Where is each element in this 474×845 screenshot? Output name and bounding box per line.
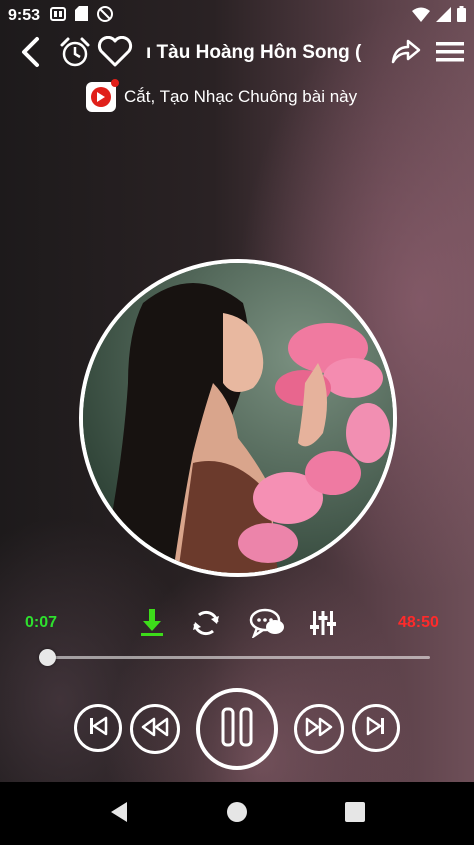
repeat-icon	[191, 608, 221, 643]
ringtone-app-icon	[86, 79, 119, 112]
lyrics-button[interactable]	[248, 606, 286, 644]
current-time: 0:07	[25, 614, 58, 631]
skip-next-icon	[366, 716, 386, 741]
notification-dot	[111, 79, 119, 87]
alarm-icon	[59, 36, 91, 73]
total-time: 48:50	[398, 614, 439, 631]
player-meta-row: 0:07 48:50	[0, 604, 474, 644]
menu-button[interactable]	[430, 34, 470, 74]
battery-icon	[457, 6, 466, 27]
pause-icon	[220, 707, 254, 752]
fast-forward-button[interactable]	[294, 704, 344, 754]
equalizer-icon	[309, 609, 337, 642]
lyrics-chat-icon	[249, 608, 285, 643]
rewind-icon	[141, 717, 169, 742]
nav-recents-icon	[345, 801, 365, 827]
ringtone-link[interactable]: Cắt, Tạo Nhạc Chuông bài này	[86, 79, 358, 112]
nav-back-icon	[109, 801, 129, 828]
sim-card-icon	[50, 6, 67, 26]
skip-next-button[interactable]	[352, 704, 400, 752]
sd-card-icon	[75, 6, 89, 26]
system-nav-bar	[0, 782, 474, 845]
nav-home-button[interactable]	[221, 798, 253, 830]
status-bar: 9:53	[0, 0, 474, 32]
share-button[interactable]	[386, 34, 426, 74]
skip-previous-button[interactable]	[74, 704, 122, 752]
share-icon	[391, 39, 421, 70]
download-button[interactable]	[133, 606, 171, 644]
menu-icon	[436, 40, 464, 69]
equalizer-button[interactable]	[304, 606, 342, 644]
song-title: ı Tàu Hoàng Hôn Song (	[146, 42, 362, 63]
ringtone-label: Cắt, Tạo Nhạc Chuông bài này	[124, 87, 358, 106]
no-disturb-icon	[97, 5, 114, 27]
status-time: 9:53	[8, 7, 41, 24]
alarm-button[interactable]	[55, 34, 95, 74]
progress-track[interactable]	[38, 649, 430, 666]
progress-thumb[interactable]	[38, 649, 56, 666]
nav-back-button[interactable]	[103, 798, 135, 830]
pause-button[interactable]	[196, 688, 278, 770]
back-button[interactable]	[10, 34, 50, 74]
nav-recents-button[interactable]	[339, 798, 371, 830]
signal-icon	[436, 6, 451, 27]
player-header: ı Tàu Hoàng Hôn Song (	[0, 32, 474, 76]
rewind-button[interactable]	[130, 704, 180, 754]
repeat-button[interactable]	[187, 606, 225, 644]
download-icon	[140, 608, 164, 642]
skip-previous-icon	[88, 716, 108, 741]
fast-forward-icon	[305, 717, 333, 742]
nav-home-icon	[226, 801, 248, 828]
back-arrow-icon	[19, 36, 41, 73]
heart-icon	[97, 35, 133, 73]
favorite-button[interactable]	[95, 34, 135, 74]
album-art	[79, 259, 397, 577]
wifi-icon	[412, 7, 430, 27]
